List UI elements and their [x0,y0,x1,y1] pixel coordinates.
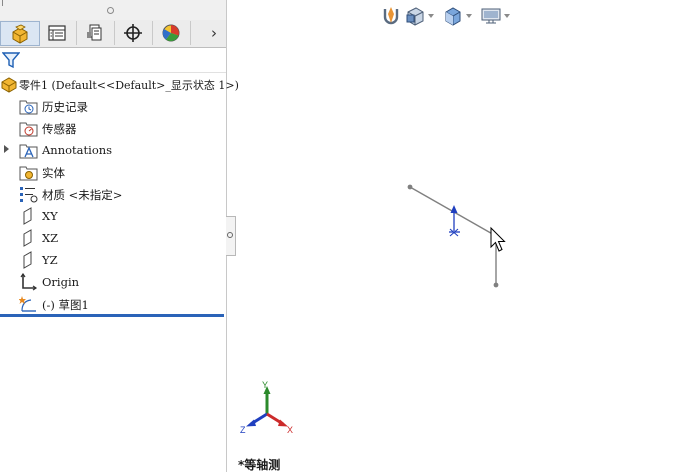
panel-grip[interactable] [0,0,226,21]
more-tabs-button[interactable]: › [202,21,226,45]
axis-label-y: Y [262,380,268,390]
manager-tab-strip: › [0,20,226,48]
tab-feature-manager[interactable] [0,21,40,46]
tree-item-label: 材质 <未指定> [42,188,123,202]
material-icon [20,187,38,203]
tree-item-solid-bodies[interactable]: 实体 [0,161,226,183]
tree-item-label: Annotations [42,143,113,157]
solid-bodies-folder-icon [19,166,38,181]
sensors-folder-icon [19,122,38,137]
annotations-folder-icon [19,144,38,159]
feature-filter-bar[interactable] [0,48,226,73]
sketch-icon [19,296,36,312]
tree-item-label: YZ [42,253,58,267]
filter-icon[interactable] [2,51,20,69]
sketch-endpoint[interactable] [493,282,499,288]
tree-item-plane-xz[interactable]: XZ [0,227,226,249]
tree-item-plane-xy[interactable]: XY [0,205,226,227]
tree-item-label: 历史记录 [42,100,88,114]
panel-grip-dot [107,7,114,14]
tree-item-label: (-) 草图1 [42,298,89,312]
tab-configuration-manager[interactable] [76,21,115,45]
tree-item-label: Origin [42,275,80,289]
plane-icon [23,229,32,247]
tree-item-annotations[interactable]: Annotations [0,139,226,161]
feature-manager-panel: › 零件1 (Default<<Default>_显示状态 1>) 历史记录 传… [0,0,239,472]
view-orientation-label: *等轴测 [238,458,281,472]
history-folder-icon [19,100,38,115]
tab-dimxpert-manager[interactable] [114,21,153,45]
rollback-bar[interactable] [0,314,224,317]
mouse-cursor-icon [490,226,506,252]
expand-arrow-icon[interactable] [4,145,9,153]
tree-item-origin[interactable]: Origin [0,271,226,293]
tree-item-label: 实体 [42,166,65,180]
tree-item-history[interactable]: 历史记录 [0,95,226,117]
tab-display-manager[interactable] [152,21,191,45]
tree-item-sensors[interactable]: 传感器 [0,117,226,139]
tree-item-plane-yz[interactable]: YZ [0,249,226,271]
part-icon [1,77,17,93]
property-manager-icon [48,25,66,41]
sketch-endpoint[interactable] [407,184,413,190]
tree-item-material[interactable]: 材质 <未指定> [0,183,226,205]
tree-item-sketch1[interactable]: (-) 草图1 [0,293,226,315]
plane-icon [23,251,32,269]
tree-item-label: 传感器 [42,122,77,136]
graphics-area[interactable]: Y Z X [227,0,680,472]
axis-label-z: Z [240,425,246,435]
panel-grip-mark [2,0,3,6]
configuration-manager-icon [87,24,102,41]
tree-root-label: 零件1 (Default<<Default>_显示状态 1>) [19,79,239,92]
display-manager-icon [162,24,180,42]
reference-triad: Y Z X [240,380,293,435]
axis-label-x: X [287,425,293,435]
tree-item-label: XY [42,209,58,223]
tree-item-label: XZ [42,231,59,245]
crosshair-icon [124,24,142,42]
tab-property-manager[interactable] [38,21,77,45]
plane-icon [23,207,32,225]
feature-manager-icon [12,24,28,44]
tree-root-part[interactable]: 零件1 (Default<<Default>_显示状态 1>) [0,73,239,95]
origin-icon [20,273,38,291]
